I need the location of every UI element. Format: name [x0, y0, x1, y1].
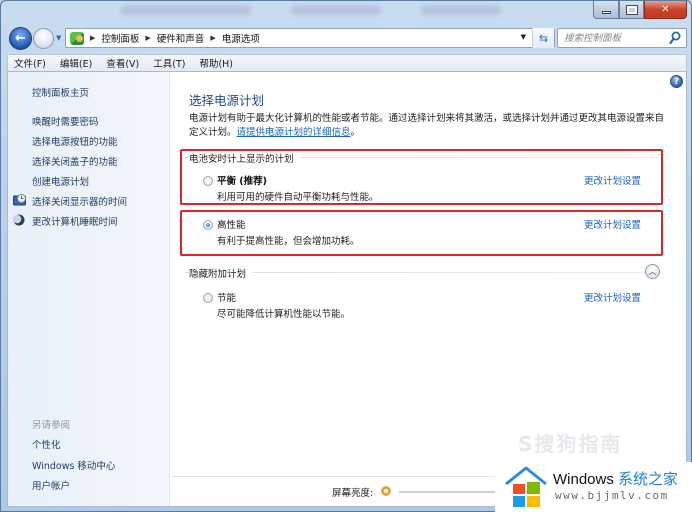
- see-also-heading: 另请参阅: [32, 420, 71, 431]
- plan-name-high-performance[interactable]: 高性能: [217, 217, 246, 231]
- change-plan-settings-power-saver[interactable]: 更改计划设置: [584, 290, 641, 304]
- monitor-clock-icon: [13, 194, 26, 206]
- blurred-tab: [291, 5, 381, 15]
- breadcrumb-separator-icon[interactable]: ▶: [145, 34, 150, 42]
- sidebar-link-mobility-center[interactable]: Windows 移动中心: [32, 458, 115, 472]
- plan-desc-power-saver: 尽可能降低计算机性能以节能。: [217, 309, 351, 320]
- refresh-button[interactable]: ⇆: [532, 28, 554, 48]
- sidebar-link-power-button[interactable]: 选择电源按钮的功能: [32, 134, 118, 148]
- breadcrumb-hardware-sound[interactable]: 硬件和声音: [157, 31, 205, 45]
- brightness-label: 屏幕亮度:: [332, 488, 374, 499]
- sidebar-link-sleep-time[interactable]: 更改计算机睡眠时间: [32, 214, 118, 228]
- intro-text: 电源计划有助于最大化计算机的性能或者节能。通过选择计划来将其激活，或选择计划并通…: [189, 112, 664, 140]
- plan-name-balanced[interactable]: 平衡 (推荐): [217, 173, 267, 187]
- back-button[interactable]: ←: [9, 27, 32, 50]
- brand-title-en: Windows: [553, 471, 614, 488]
- breadcrumb-power-options[interactable]: 电源选项: [222, 31, 260, 45]
- close-button[interactable]: ✕: [644, 1, 687, 19]
- windows-house-logo-icon: [505, 466, 547, 507]
- collapse-button[interactable]: ︿: [645, 264, 660, 279]
- blurred-tab: [421, 5, 501, 15]
- intro-end: 。: [350, 127, 361, 138]
- menu-edit[interactable]: 编辑(E): [60, 56, 92, 70]
- minimize-icon: [601, 10, 611, 14]
- maximize-button[interactable]: [619, 1, 644, 19]
- brand-url: www.bjjmlv.com: [555, 489, 669, 502]
- breadcrumb-separator-icon[interactable]: ▶: [90, 34, 95, 42]
- sidebar-link-display-off-time[interactable]: 选择关闭显示器的时间: [32, 194, 127, 208]
- radio-high-performance[interactable]: [203, 220, 213, 230]
- plan-name-power-saver[interactable]: 节能: [217, 290, 236, 304]
- menu-tools[interactable]: 工具(T): [153, 56, 185, 70]
- refresh-icon: ⇆: [538, 31, 549, 45]
- brand-watermark: Windows 系统之家 www.bjjmlv.com: [495, 462, 692, 512]
- sidebar-link-wake-password[interactable]: 唤醒时需要密码: [32, 114, 99, 128]
- search-icon[interactable]: [669, 31, 681, 45]
- menu-help[interactable]: 帮助(H): [199, 56, 233, 70]
- plan-details-link[interactable]: 请提供电源计划的详细信息: [237, 127, 351, 138]
- group-divider: [185, 272, 645, 273]
- close-icon: ✕: [661, 4, 670, 15]
- plan-desc-high-performance: 有利于提高性能，但会增加功耗。: [217, 236, 360, 247]
- breadcrumb-control-panel[interactable]: 控制面板: [101, 31, 139, 45]
- task-pane: 控制面板主页 唤醒时需要密码 选择电源按钮的功能 选择关闭盖子的功能 创建电源计…: [8, 72, 170, 506]
- sidebar-link-personalization[interactable]: 个性化: [32, 437, 61, 451]
- sidebar-link-user-accounts[interactable]: 用户帐户: [32, 478, 70, 492]
- sidebar-link-control-panel-home[interactable]: 控制面板主页: [32, 85, 89, 99]
- help-icon[interactable]: ?: [670, 75, 683, 88]
- plan-desc-balanced: 利用可用的硬件自动平衡功耗与性能。: [217, 192, 379, 203]
- page-title: 选择电源计划: [189, 93, 265, 108]
- menu-file[interactable]: 文件(F): [14, 56, 46, 70]
- brightness-slider[interactable]: [399, 491, 509, 493]
- moon-icon: [13, 214, 25, 226]
- forward-button[interactable]: [33, 28, 54, 49]
- maximize-icon: [625, 4, 638, 15]
- brand-title: Windows 系统之家: [553, 468, 678, 489]
- address-dropdown-icon[interactable]: ▼: [521, 33, 526, 41]
- change-plan-settings-balanced[interactable]: 更改计划设置: [584, 173, 641, 187]
- breadcrumb-separator-icon[interactable]: ▶: [210, 34, 215, 42]
- sidebar-link-create-plan[interactable]: 创建电源计划: [32, 174, 89, 188]
- change-plan-settings-high-performance[interactable]: 更改计划设置: [584, 217, 641, 231]
- control-panel-icon: [70, 31, 84, 45]
- radio-balanced[interactable]: [203, 176, 213, 186]
- blurred-tab: [121, 5, 251, 15]
- radio-power-saver[interactable]: [203, 293, 213, 303]
- chevron-up-icon: ︿: [648, 267, 657, 276]
- minimize-button[interactable]: [593, 1, 619, 19]
- navigation-bar: ← ▼ ▶ 控制面板 ▶ 硬件和声音 ▶ 电源选项 ▼ ⇆: [1, 25, 691, 53]
- menu-view[interactable]: 查看(V): [106, 56, 139, 70]
- address-bar[interactable]: ▶ 控制面板 ▶ 硬件和声音 ▶ 电源选项 ▼ ⇆: [65, 28, 555, 48]
- brightness-sun-icon: [381, 486, 391, 496]
- search-input[interactable]: [564, 32, 664, 44]
- recent-pages-dropdown[interactable]: ▼: [56, 34, 61, 42]
- sogou-watermark: S搜狗指南: [518, 432, 623, 456]
- brand-title-cn: 系统之家: [618, 471, 679, 488]
- search-box[interactable]: [557, 28, 687, 48]
- hidden-plans-group-label: 隐藏附加计划: [189, 266, 253, 280]
- title-bar[interactable]: ✕: [1, 1, 691, 23]
- sidebar-link-lid-close[interactable]: 选择关闭盖子的功能: [32, 154, 118, 168]
- menu-bar: 文件(F) 编辑(E) 查看(V) 工具(T) 帮助(H): [7, 54, 687, 71]
- back-arrow-icon: ←: [15, 31, 26, 46]
